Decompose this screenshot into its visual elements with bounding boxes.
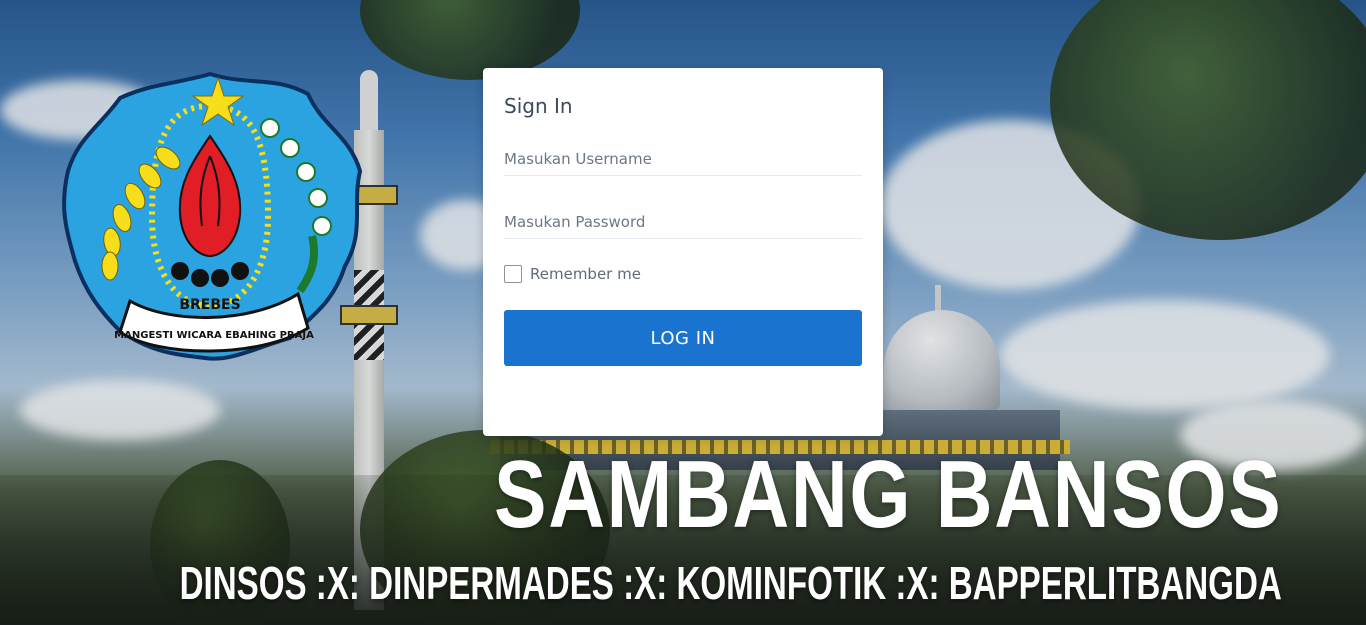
app-subtitle: DINSOS :X: DINPERMADES :X: KOMINFOTIK :X… <box>179 557 1282 609</box>
remember-checkbox[interactable] <box>504 265 522 283</box>
login-card: Sign In Remember me LOG IN <box>483 68 883 436</box>
password-input[interactable] <box>504 205 862 239</box>
brebes-emblem-logo: BREBES MANGESTI WICARA EBAHING PRAJA <box>62 71 363 361</box>
remember-me[interactable]: Remember me <box>504 265 641 283</box>
app-title: SAMBANG BANSOS <box>493 441 1282 548</box>
emblem-name: BREBES <box>179 297 240 313</box>
remember-label: Remember me <box>530 265 641 283</box>
username-input[interactable] <box>504 142 862 176</box>
login-button[interactable]: LOG IN <box>504 310 862 366</box>
login-title: Sign In <box>504 94 573 118</box>
emblem-motto: MANGESTI WICARA EBAHING PRAJA <box>114 330 314 341</box>
